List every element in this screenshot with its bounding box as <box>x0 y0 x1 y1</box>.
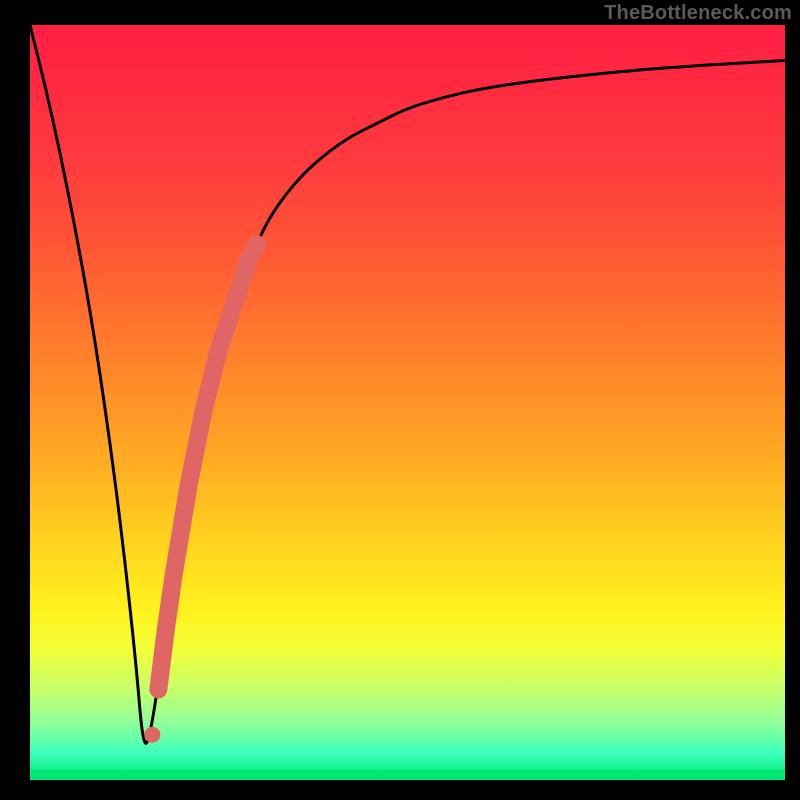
chart-stage: { "credit": "TheBottleneck.com", "colors… <box>0 0 800 800</box>
credit-text: TheBottleneck.com <box>604 2 792 25</box>
chart-svg <box>0 0 800 800</box>
plot-background <box>30 25 785 780</box>
highlight-dot <box>144 727 160 743</box>
green-baseline <box>30 770 785 780</box>
